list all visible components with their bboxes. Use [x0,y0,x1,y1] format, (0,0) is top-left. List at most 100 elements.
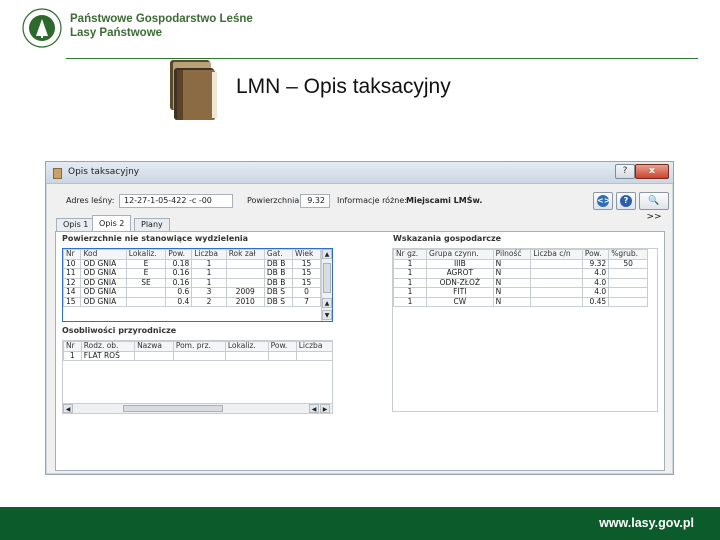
table-cell[interactable]: OD GNIA [80,296,127,307]
table-cell[interactable]: 0.6 [165,287,193,298]
table-cell[interactable]: 4.0 [581,287,610,298]
column-header[interactable]: Kod [80,249,127,260]
table-cell[interactable] [225,258,265,269]
table-cell[interactable]: OD GNIA [80,268,127,279]
table-cell[interactable] [125,287,167,298]
table-cell[interactable]: 10 [63,258,82,269]
table-cell[interactable]: E [125,268,167,279]
table-cell[interactable]: SE [125,277,167,288]
table-cell[interactable]: 2010 [225,296,265,307]
adres-lesny-field[interactable]: 12-27-1-05-422 -c -00 [119,194,233,208]
table-cell[interactable]: 1 [393,268,428,279]
table-cell[interactable]: 1 [63,350,82,361]
table-cell[interactable]: 1 [393,277,428,288]
column-header[interactable]: Wiek [292,249,321,260]
column-header[interactable]: Pow. [581,249,610,260]
table-cell[interactable]: 7 [292,296,321,307]
table-cell[interactable]: 4.0 [581,277,610,288]
table-cell[interactable]: OD GNIA [80,277,127,288]
table-cell[interactable] [530,296,583,307]
table-cell[interactable]: 1 [393,287,428,298]
scroll-up-icon[interactable]: ▲ [322,298,332,308]
table-cell[interactable] [530,277,583,288]
table-cell[interactable]: 0.4 [165,296,193,307]
column-header[interactable]: Nr [63,341,82,352]
table-cell[interactable]: DB S [263,296,294,307]
column-header[interactable]: Gat. [263,249,294,260]
table-cell[interactable] [295,350,332,361]
column-header[interactable]: Liczba c/n [530,249,583,260]
osobliwosci-hscrollbar[interactable]: ◀ ◀ ▶ [63,403,332,413]
table-cell[interactable]: DB B [263,277,294,288]
table-cell[interactable]: 2 [191,296,227,307]
tab-opis-2[interactable]: Opis 2 [92,215,132,232]
powierzchnie-scrollbar[interactable]: ▲ ▲ ▼ [321,249,332,321]
powierzchnia-field[interactable]: 9.32 [300,194,330,208]
table-cell[interactable]: 1 [191,258,227,269]
scroll-down-icon[interactable]: ▼ [322,310,332,320]
column-header[interactable]: %grub. [608,249,648,260]
table-cell[interactable]: E [125,258,167,269]
table-cell[interactable]: CW [426,296,494,307]
table-row[interactable]: 12 OD GNIA SE 0.16 1 DB B 15 [63,277,321,288]
column-header[interactable]: Rodz. ob. [80,341,136,352]
table-row[interactable]: 14 OD GNIA 0.6 3 2009 DB S0 [63,287,321,298]
table-cell[interactable]: 0.45 [581,296,610,307]
tab-plany[interactable]: Plany [134,218,170,232]
table-row[interactable]: 1 FLAT ROŚ [63,350,332,361]
table-cell[interactable]: 4.0 [581,268,610,279]
column-header[interactable]: Liczba [295,341,332,352]
table-cell[interactable]: 1 [393,258,428,269]
table-cell[interactable]: 0.18 [165,258,193,269]
table-cell[interactable]: 9.32 [581,258,610,269]
table-cell[interactable]: N [492,268,532,279]
column-header[interactable]: Pilność [492,249,532,260]
table-row[interactable]: 15 OD GNIA 0.4 2 2010 DB S7 [63,296,321,307]
column-header[interactable]: Pow. [267,341,297,352]
table-cell[interactable] [224,350,269,361]
table-cell[interactable] [172,350,226,361]
column-header[interactable]: Pom. prz. [172,341,226,352]
scroll-thumb[interactable] [323,263,331,293]
navigate-button[interactable]: <> [593,192,613,210]
table-cell[interactable]: 12 [63,277,82,288]
table-cell[interactable]: 15 [292,258,321,269]
scroll-up-icon[interactable]: ▲ [322,249,332,259]
table-cell[interactable] [608,287,648,298]
table-cell[interactable]: 50 [608,258,648,269]
table-row[interactable]: 1 AGROT N 4.0 [393,268,648,279]
table-cell[interactable] [267,350,297,361]
column-header[interactable]: Rok zał [225,249,265,260]
table-cell[interactable]: 15 [63,296,82,307]
table-cell[interactable]: 1 [191,277,227,288]
table-cell[interactable]: 1 [393,296,428,307]
table-cell[interactable]: OD GNIA [80,287,127,298]
scroll-left-icon[interactable]: ◀ [63,404,73,413]
table-cell[interactable] [608,277,648,288]
column-header[interactable]: Pow. [165,249,193,260]
table-cell[interactable]: 15 [292,277,321,288]
table-cell[interactable]: N [492,287,532,298]
table-cell[interactable] [608,296,648,307]
table-cell[interactable]: 15 [292,268,321,279]
table-cell[interactable] [530,268,583,279]
table-cell[interactable] [225,268,265,279]
column-header[interactable]: Grupa czynn. [426,249,494,260]
table-cell[interactable]: N [492,277,532,288]
table-cell[interactable]: 0 [292,287,321,298]
table-cell[interactable]: DB B [263,268,294,279]
column-header[interactable]: Lokaliz. [125,249,167,260]
table-cell[interactable]: ODN-ZŁOŻ [426,277,494,288]
table-cell[interactable]: 3 [191,287,227,298]
table-row[interactable]: 1 IIIB N 9.32 50 [393,258,648,269]
table-cell[interactable]: 2009 [225,287,265,298]
scroll-right-icon[interactable]: ▶ [320,404,330,413]
table-cell[interactable]: 0.16 [165,277,193,288]
table-cell[interactable] [530,258,583,269]
table-row[interactable]: 10 OD GNIA E 0.18 1 DB B 15 [63,258,321,269]
table-cell[interactable] [530,287,583,298]
column-header[interactable]: Nr gz. [393,249,428,260]
window-help-button[interactable]: ? [615,164,635,179]
table-cell[interactable]: 1 [191,268,227,279]
table-cell[interactable]: AGROT [426,268,494,279]
